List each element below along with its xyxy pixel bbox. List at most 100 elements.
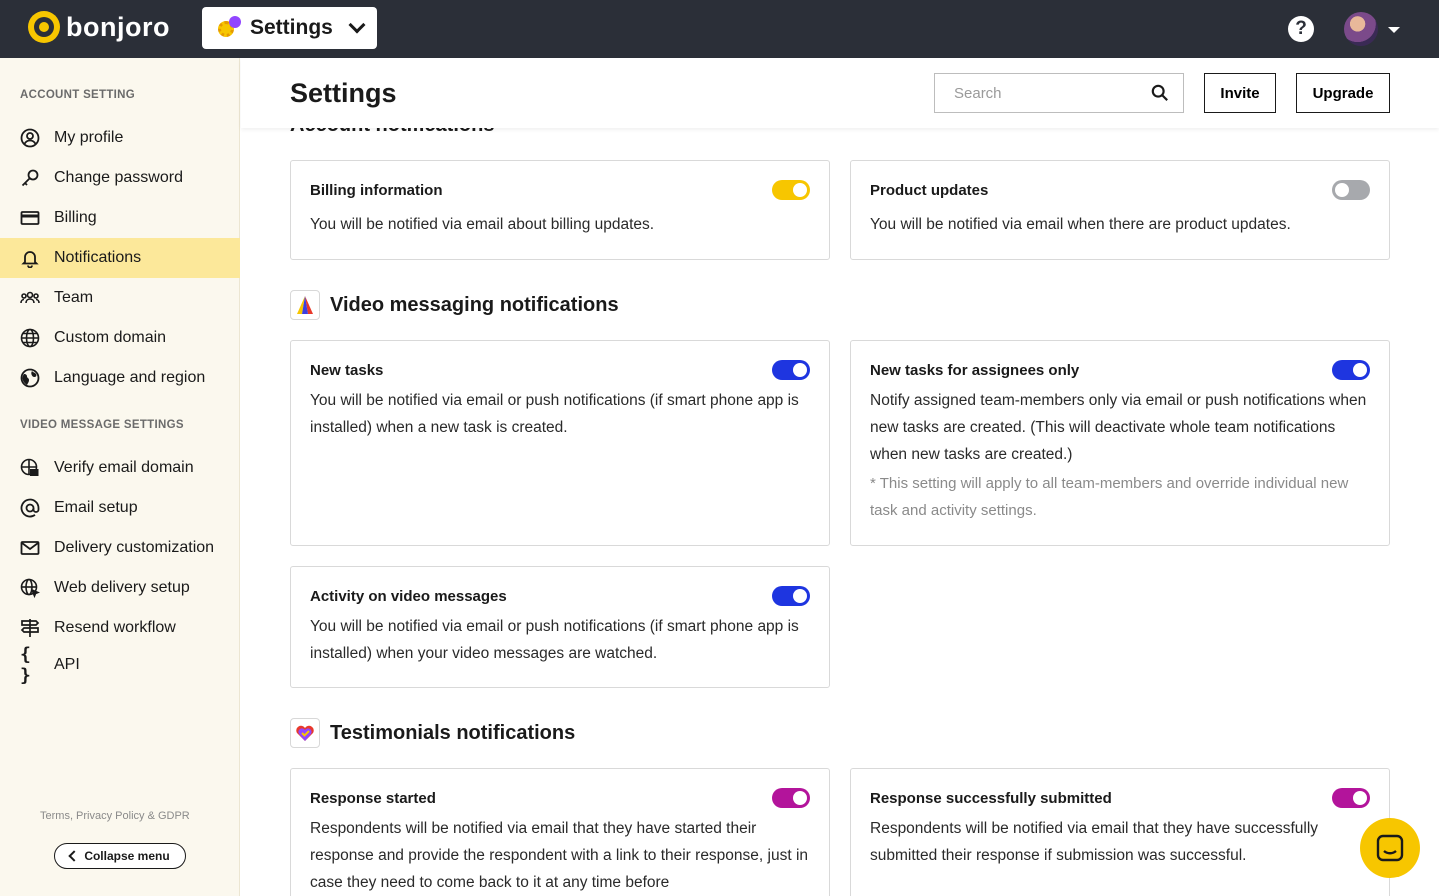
team-icon xyxy=(20,288,40,308)
globe-icon xyxy=(20,328,40,348)
sidebar-item-my-profile[interactable]: My profile xyxy=(0,118,240,158)
notification-card-product-updates: Product updates You will be notified via… xyxy=(850,160,1390,260)
sidebar-item-delivery-customization[interactable]: Delivery customization xyxy=(0,528,240,568)
notification-card-billing: Billing information You will be notified… xyxy=(290,160,830,260)
chat-icon xyxy=(1376,834,1404,862)
section-heading-text: Video messaging notifications xyxy=(330,293,619,316)
bonjoro-logo[interactable]: bonjoro xyxy=(28,11,170,43)
sidebar-item-label: API xyxy=(54,656,80,673)
help-icon[interactable]: ? xyxy=(1288,16,1314,42)
card-description: Notify assigned team-members only via em… xyxy=(870,392,1367,463)
card-title: Billing information xyxy=(310,182,443,199)
signpost-icon xyxy=(20,618,40,638)
card-description: You will be notified via email about bil… xyxy=(310,216,655,233)
product-updates-toggle[interactable] xyxy=(1332,180,1370,200)
sidebar-item-label: Billing xyxy=(54,209,97,226)
sidebar-item-change-password[interactable]: Change password xyxy=(0,158,240,198)
card-title: New tasks xyxy=(310,362,384,379)
card-title: Response started xyxy=(310,790,436,807)
web-globe-icon xyxy=(20,578,40,598)
card-description: You will be notified via email or push n… xyxy=(310,392,799,436)
invite-button[interactable]: Invite xyxy=(1204,73,1276,113)
search-input[interactable] xyxy=(954,84,1144,102)
section-heading-account: Account notifications xyxy=(290,128,494,137)
user-circle-icon xyxy=(20,128,40,148)
key-icon xyxy=(20,168,40,188)
top-bar: bonjoro Settings ? xyxy=(0,0,1439,58)
card-title: New tasks for assignees only xyxy=(870,362,1080,379)
activity-video-messages-toggle[interactable] xyxy=(772,586,810,606)
earth-icon xyxy=(20,368,40,388)
upgrade-button[interactable]: Upgrade xyxy=(1296,73,1390,113)
chevron-down-icon xyxy=(348,16,366,34)
settings-sidebar: ACCOUNT SETTING My profile Change passwo… xyxy=(0,58,240,896)
sidebar-item-billing[interactable]: Billing xyxy=(0,198,240,238)
legal-links[interactable]: Terms, Privacy Policy & GDPR xyxy=(40,810,190,822)
sidebar-item-notifications[interactable]: Notifications xyxy=(0,238,240,278)
sidebar-item-label: Notifications xyxy=(54,249,142,266)
sidebar-item-resend-workflow[interactable]: Resend workflow xyxy=(0,608,240,648)
brand-name: bonjoro xyxy=(66,11,170,42)
user-avatar[interactable] xyxy=(1344,12,1378,46)
card-description: You will be notified via email or push n… xyxy=(310,618,799,662)
credit-card-icon xyxy=(20,208,40,228)
sidebar-item-email-setup[interactable]: Email setup xyxy=(0,488,240,528)
search-box[interactable] xyxy=(934,73,1184,113)
new-tasks-toggle[interactable] xyxy=(772,360,810,380)
notification-card-activity: Activity on video messages You will be n… xyxy=(290,566,830,688)
notification-card-new-tasks: New tasks You will be notified via email… xyxy=(290,340,830,546)
app-switcher-button[interactable]: Settings xyxy=(202,7,377,49)
sidebar-section-title: ACCOUNT SETTING xyxy=(20,89,136,101)
response-started-toggle[interactable] xyxy=(772,788,810,808)
sidebar-item-custom-domain[interactable]: Custom domain xyxy=(0,318,240,358)
settings-gear-icon xyxy=(216,15,242,41)
sidebar-item-verify-email-domain[interactable]: Verify email domain xyxy=(0,448,240,488)
sidebar-item-label: Email setup xyxy=(54,499,138,516)
search-icon[interactable] xyxy=(1151,84,1169,102)
sidebar-item-label: Custom domain xyxy=(54,329,167,346)
notification-card-response-submitted: Response successfully submitted Responde… xyxy=(850,768,1390,896)
card-title: Activity on video messages xyxy=(310,588,507,605)
verify-domain-icon xyxy=(20,458,40,478)
video-messaging-icon xyxy=(290,290,320,320)
sidebar-item-label: Web delivery setup xyxy=(54,579,190,596)
card-description: Respondents will be notified via email t… xyxy=(310,820,809,891)
sidebar-item-label: Team xyxy=(54,289,94,306)
sidebar-item-team[interactable]: Team xyxy=(0,278,240,318)
braces-icon: { } xyxy=(20,644,31,686)
sidebar-item-web-delivery-setup[interactable]: Web delivery setup xyxy=(0,568,240,608)
envelope-icon xyxy=(20,538,40,558)
sidebar-item-label: Change password xyxy=(54,169,183,186)
response-submitted-toggle[interactable] xyxy=(1332,788,1370,808)
sidebar-item-label: Delivery customization xyxy=(54,539,215,556)
sidebar-item-label: My profile xyxy=(54,129,124,146)
page-header: Settings Invite Upgrade xyxy=(241,58,1439,128)
section-heading-video: Video messaging notifications xyxy=(290,290,619,320)
billing-information-toggle[interactable] xyxy=(772,180,810,200)
sidebar-item-label: Language and region xyxy=(54,369,206,386)
section-heading-text: Testimonials notifications xyxy=(330,721,576,744)
chat-launcher-button[interactable] xyxy=(1360,818,1420,878)
sidebar-item-api[interactable]: { } API xyxy=(0,644,240,686)
section-heading-testimonials: Testimonials notifications xyxy=(290,718,575,748)
bell-icon xyxy=(20,248,40,268)
card-description: Respondents will be notified via email t… xyxy=(870,820,1319,864)
collapse-menu-button[interactable]: Collapse menu xyxy=(54,843,186,869)
sidebar-item-label: Verify email domain xyxy=(54,459,194,476)
page-title: Settings xyxy=(290,78,397,108)
app-switcher-label: Settings xyxy=(250,16,333,39)
at-icon xyxy=(20,498,40,518)
sidebar-item-label: Resend workflow xyxy=(54,619,176,636)
card-title: Response successfully submitted xyxy=(870,790,1112,807)
notifications-content: Account notifications Billing informatio… xyxy=(241,128,1439,896)
caret-down-icon[interactable] xyxy=(1388,27,1400,33)
card-title: Product updates xyxy=(870,182,989,199)
sidebar-item-language-region[interactable]: Language and region xyxy=(0,358,240,398)
notification-card-response-started: Response started Respondents will be not… xyxy=(290,768,830,896)
notification-card-new-tasks-assignees: New tasks for assignees only Notify assi… xyxy=(850,340,1390,546)
chevron-left-icon xyxy=(68,850,80,862)
new-tasks-assignees-toggle[interactable] xyxy=(1332,360,1370,380)
card-note: * This setting will apply to all team-me… xyxy=(870,475,1349,519)
sidebar-section-title: VIDEO MESSAGE SETTINGS xyxy=(20,419,184,431)
collapse-menu-label: Collapse menu xyxy=(84,849,170,863)
